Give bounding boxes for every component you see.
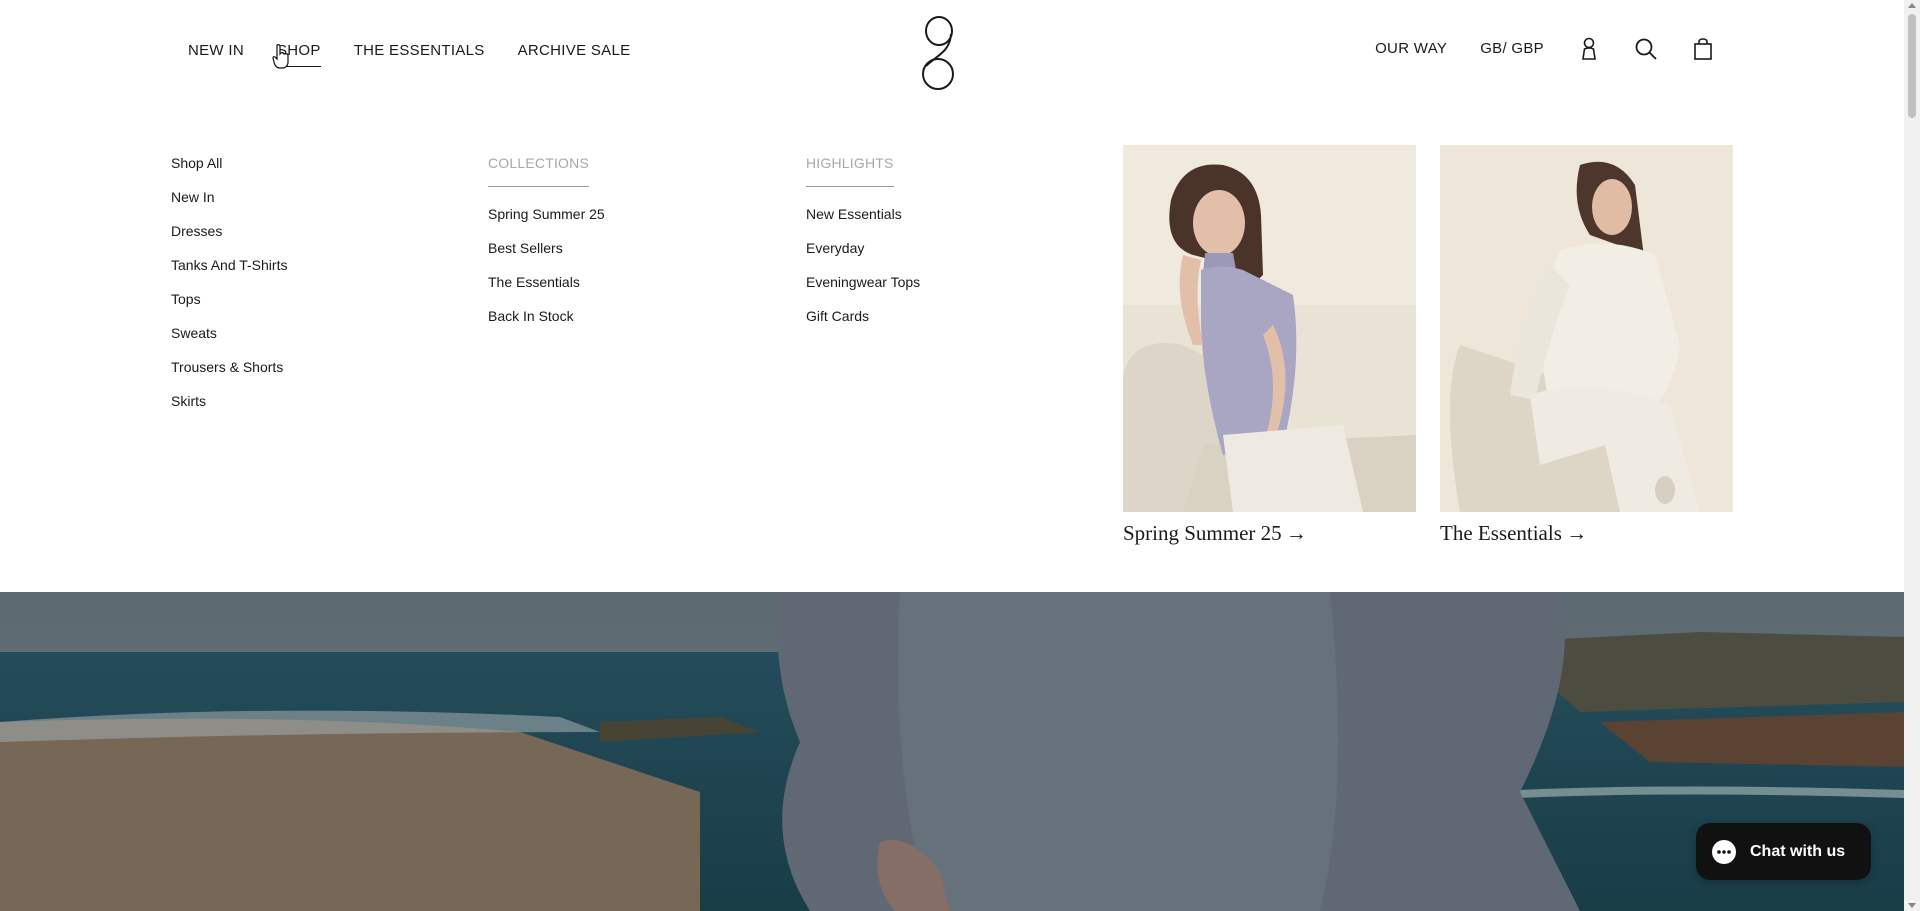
chat-label: Chat with us	[1750, 842, 1846, 860]
scrollbar-thumb[interactable]	[1908, 14, 1916, 118]
menu-link-skirts[interactable]: Skirts	[171, 392, 287, 426]
menu-link-tanks-tshirts[interactable]: Tanks And T-Shirts	[171, 256, 287, 290]
primary-nav: NEW IN SHOP THE ESSENTIALS ARCHIVE SALE	[188, 41, 631, 67]
menu-link-gift-cards[interactable]: Gift Cards	[806, 307, 920, 341]
highlights-heading: HIGHLIGHTS	[806, 154, 894, 187]
brand-logo[interactable]	[918, 12, 960, 92]
promo-image-cream-outfit[interactable]	[1440, 145, 1733, 512]
page-scrollbar[interactable]	[1904, 0, 1920, 911]
chat-bubble-icon	[1712, 839, 1736, 864]
shop-links-column: Shop All New In Dresses Tanks And T-Shir…	[171, 154, 287, 426]
currency-selector[interactable]: GB/ GBP	[1480, 39, 1544, 59]
scroll-up-icon[interactable]	[1908, 3, 1916, 8]
hero-banner-image	[0, 592, 1904, 911]
menu-link-new-essentials[interactable]: New Essentials	[806, 205, 920, 239]
menu-link-tops[interactable]: Tops	[171, 290, 287, 324]
account-icon[interactable]	[1577, 36, 1601, 62]
menu-link-spring-summer-25[interactable]: Spring Summer 25	[488, 205, 605, 239]
menu-link-shop-all[interactable]: Shop All	[171, 154, 287, 188]
menu-link-eveningwear-tops[interactable]: Eveningwear Tops	[806, 273, 920, 307]
nav-our-way[interactable]: OUR WAY	[1375, 39, 1447, 59]
search-icon[interactable]	[1634, 36, 1658, 62]
collections-column: COLLECTIONS Spring Summer 25 Best Seller…	[488, 154, 605, 341]
promo-caption-spring-summer[interactable]: Spring Summer 25 →	[1123, 521, 1416, 545]
chat-widget-button[interactable]: Chat with us	[1696, 823, 1871, 880]
utility-nav: OUR WAY GB/ GBP	[1375, 36, 1715, 62]
promo-card-spring-summer[interactable]: Spring Summer 25 →	[1123, 145, 1416, 545]
nav-new-in[interactable]: NEW IN	[188, 41, 244, 61]
page: NEW IN SHOP THE ESSENTIALS ARCHIVE SALE …	[0, 0, 1920, 911]
menu-link-best-sellers[interactable]: Best Sellers	[488, 239, 605, 273]
site-header: NEW IN SHOP THE ESSENTIALS ARCHIVE SALE …	[0, 0, 1904, 100]
menu-link-the-essentials[interactable]: The Essentials	[488, 273, 605, 307]
promo-card-the-essentials[interactable]: The Essentials →	[1440, 145, 1733, 545]
menu-link-back-in-stock[interactable]: Back In Stock	[488, 307, 605, 341]
menu-link-new-in[interactable]: New In	[171, 188, 287, 222]
menu-link-dresses[interactable]: Dresses	[171, 222, 287, 256]
collections-heading: COLLECTIONS	[488, 154, 589, 187]
menu-link-sweats[interactable]: Sweats	[171, 324, 287, 358]
bag-icon[interactable]	[1691, 36, 1715, 62]
promo-caption-the-essentials[interactable]: The Essentials →	[1440, 521, 1733, 545]
menu-link-trousers-shorts[interactable]: Trousers & Shorts	[171, 358, 287, 392]
scroll-down-icon[interactable]	[1908, 903, 1916, 908]
nav-the-essentials[interactable]: THE ESSENTIALS	[354, 41, 485, 61]
nav-archive-sale[interactable]: ARCHIVE SALE	[518, 41, 631, 61]
shop-mega-menu: Shop All New In Dresses Tanks And T-Shir…	[0, 100, 1904, 592]
highlights-column: HIGHLIGHTS New Essentials Everyday Eveni…	[806, 154, 920, 341]
menu-link-everyday[interactable]: Everyday	[806, 239, 920, 273]
promo-image-lilac-top[interactable]	[1123, 145, 1416, 512]
nav-shop[interactable]: SHOP	[276, 41, 321, 67]
